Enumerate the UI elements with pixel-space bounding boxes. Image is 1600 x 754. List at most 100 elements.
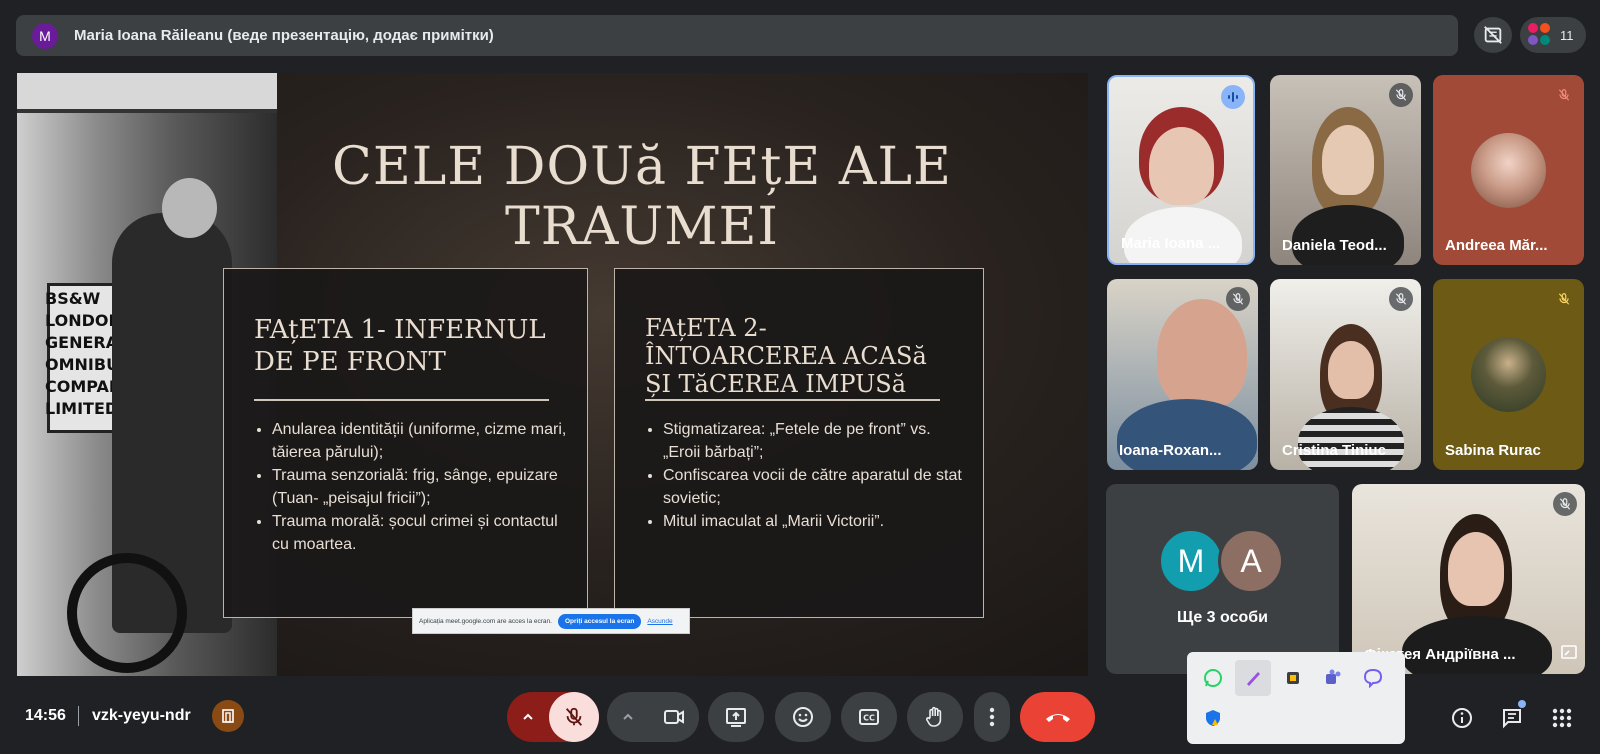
participant-name: Maria Ioana ... <box>1121 235 1221 252</box>
info-icon <box>1452 708 1472 728</box>
viber-icon[interactable] <box>1355 660 1391 696</box>
speaking-indicator-icon <box>1221 85 1245 109</box>
raise-hand-button[interactable] <box>907 692 963 742</box>
meet-window: M Maria Ioana Răileanu (веде презентацію… <box>0 0 1600 754</box>
bus-roof <box>17 73 277 113</box>
bullet-item: Confiscarea vocii de către aparatul de s… <box>663 465 963 510</box>
mic-options-button[interactable] <box>507 692 549 742</box>
mic-off-icon <box>1389 83 1413 107</box>
reactions-button[interactable] <box>775 692 831 742</box>
chat-button[interactable] <box>1496 700 1528 734</box>
chevron-up-icon <box>623 713 633 720</box>
raise-hand-icon <box>925 706 942 727</box>
windows-security-icon[interactable] <box>1195 700 1231 736</box>
participant-name: Sabina Rurac <box>1445 442 1541 459</box>
facet-card-1: FAțETA 1- INFERNUL DE PE FRONT Anularea … <box>223 268 588 618</box>
more-vert-icon <box>989 707 995 727</box>
participant-name: Daniela Teod... <box>1282 237 1387 254</box>
bullet-item: Mitul imaculat al „Marii Victorii”. <box>663 511 963 534</box>
hang-up-icon <box>1045 714 1070 722</box>
card-title: FAțETA 1- INFERNUL DE PE FRONT <box>254 315 546 377</box>
bus-wheel <box>67 553 187 673</box>
participant-avatar <box>1471 133 1546 208</box>
whatsapp-icon[interactable] <box>1195 660 1231 696</box>
more-participants-tile[interactable]: M A Ще 3 особи <box>1106 484 1339 674</box>
visual-effects-off-button[interactable] <box>1474 17 1512 53</box>
mic-off-icon <box>565 707 583 726</box>
participant-tile[interactable]: Sabina Rurac <box>1433 279 1584 470</box>
more-participants-label: Ще 3 особи <box>1177 609 1268 626</box>
screen-share-banner: Aplicația meet.google.com are acces la e… <box>412 608 690 634</box>
participant-tile[interactable]: Cristina Tiniuc <box>1270 279 1421 470</box>
bullet-item: Stigmatizarea: „Fetele de pe front” vs. … <box>663 419 963 464</box>
mic-off-icon <box>1553 492 1577 516</box>
participant-tile[interactable]: Ioana-Roxan... <box>1107 279 1258 470</box>
present-screen-button[interactable] <box>708 692 764 742</box>
bullet-item: Trauma senzorială: frig, sânge, epuizare… <box>272 465 572 510</box>
woman-head <box>162 178 217 238</box>
divider <box>78 706 79 726</box>
meeting-code: vzk-yeyu-ndr <box>92 707 191 724</box>
participant-face <box>1322 125 1374 195</box>
participant-tile[interactable]: Фікстея Андріївна ... <box>1352 484 1585 674</box>
participants-avatars-icon <box>1528 23 1552 47</box>
pen-icon[interactable] <box>1235 660 1271 696</box>
camera-icon <box>664 710 684 724</box>
participant-tile[interactable]: Daniela Teod... <box>1270 75 1421 265</box>
participant-tile[interactable]: Andreea Măr... <box>1433 75 1584 265</box>
participant-body <box>1402 616 1552 674</box>
card-divider <box>254 399 549 401</box>
people-button[interactable]: 11 <box>1520 17 1586 53</box>
chevron-up-icon <box>523 713 533 720</box>
slide-title: CELE DOUă FEțE ALE TRAUMEI <box>332 137 952 257</box>
more-options-button[interactable] <box>974 692 1010 742</box>
door-icon[interactable] <box>212 700 244 732</box>
participant-body <box>1298 407 1404 470</box>
hide-banner-link[interactable]: Ascunde <box>647 618 672 625</box>
system-tray-popup <box>1187 652 1405 744</box>
mic-toggle-button[interactable] <box>549 692 599 742</box>
participant-name: Cristina Tiniuc <box>1282 442 1386 459</box>
svg-text:CC: CC <box>863 714 875 723</box>
mic-off-icon <box>1226 287 1250 311</box>
card-title: FAțETA 2- ÎNTOARCEREA ACASă ȘI TăCEREA I… <box>645 314 927 398</box>
participant-body <box>1292 205 1404 265</box>
bullet-item: Trauma morală: șocul crimei și contactul… <box>272 511 572 556</box>
participant-face <box>1448 532 1504 606</box>
apps-icon <box>1552 708 1572 728</box>
share-banner-text: Aplicația meet.google.com are acces la e… <box>419 617 552 625</box>
fullscreen-icon[interactable] <box>1561 645 1577 664</box>
presenter-text: Maria Ioana Răileanu (веде презентацію, … <box>74 27 494 44</box>
camera-control <box>607 692 699 742</box>
emoji-icon <box>793 707 813 727</box>
participant-avatar: A <box>1218 528 1284 594</box>
facet-card-2: FAțETA 2- ÎNTOARCEREA ACASă ȘI TăCEREA I… <box>614 268 984 618</box>
no-visual-icon <box>1484 26 1502 44</box>
app-icon[interactable] <box>1275 660 1311 696</box>
participant-body <box>1117 399 1257 470</box>
leave-call-button[interactable] <box>1020 692 1095 742</box>
mic-off-icon <box>1389 287 1413 311</box>
unread-badge <box>1518 700 1526 708</box>
camera-toggle-button[interactable] <box>649 692 699 742</box>
camera-options-button[interactable] <box>607 692 649 742</box>
activities-button[interactable] <box>1546 702 1578 734</box>
presentation-slide: BS&W LONDON GENERAL OMNIBUS COMPANY LIMI… <box>17 73 1088 676</box>
meeting-time: 14:56 <box>25 707 66 724</box>
participant-face <box>1328 341 1374 399</box>
card-bullets: Anularea identității (uniforme, cizme ma… <box>272 419 572 557</box>
stop-sharing-button[interactable]: Opriți accesul la ecran <box>557 613 642 629</box>
participant-face <box>1157 299 1247 409</box>
teams-icon[interactable] <box>1315 660 1351 696</box>
participant-name: Ioana-Roxan... <box>1119 442 1222 459</box>
participant-count: 11 <box>1560 27 1574 43</box>
presenter-avatar: M <box>32 22 58 49</box>
meeting-details-button[interactable] <box>1446 702 1478 734</box>
microphone-control <box>507 692 599 742</box>
more-participants-avatars: M A <box>1158 528 1284 594</box>
participant-name: Andreea Măr... <box>1445 237 1548 254</box>
bullet-item: Anularea identității (uniforme, cizme ma… <box>272 419 572 464</box>
chat-icon <box>1503 709 1521 729</box>
captions-button[interactable]: CC <box>841 692 897 742</box>
participant-tile[interactable]: Maria Ioana ... <box>1107 75 1255 265</box>
